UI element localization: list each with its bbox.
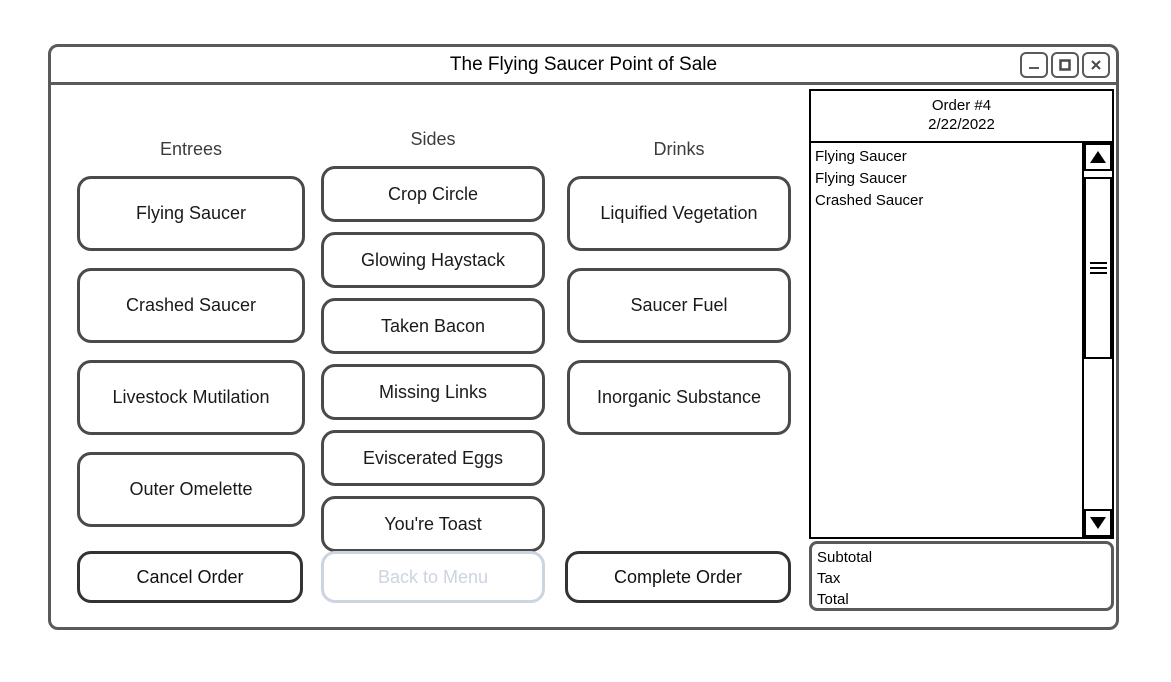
close-button[interactable] [1082,51,1110,78]
window-content: Entrees Flying Saucer Crashed Saucer Liv… [51,85,1116,627]
entrees-header: Entrees [159,139,223,159]
menu-item-crop-circle[interactable]: Crop Circle [321,166,545,222]
scrollbar-grip-icon [1089,259,1107,277]
order-panel: Order #4 2/22/2022 Flying Saucer Flying … [809,89,1114,611]
order-date: 2/22/2022 [928,116,995,133]
app-window: The Flying Saucer Point of Sale Entrees … [48,44,1119,630]
sides-button-list: Crop Circle Glowing Haystack Taken Bacon… [319,166,547,552]
total-label: Total [817,591,849,608]
entrees-column: Entrees Flying Saucer Crashed Saucer Liv… [75,85,307,527]
menu-item-eviscerated-eggs[interactable]: Eviscerated Eggs [321,430,545,486]
scrollbar-track[interactable] [1084,171,1112,509]
menu-item-livestock-mutilation[interactable]: Livestock Mutilation [77,360,305,435]
menu-area: Entrees Flying Saucer Crashed Saucer Liv… [51,85,803,627]
menu-item-crashed-saucer[interactable]: Crashed Saucer [77,268,305,343]
title-bar: The Flying Saucer Point of Sale [51,47,1116,85]
order-header: Order #4 2/22/2022 [809,89,1114,143]
menu-item-youre-toast[interactable]: You're Toast [321,496,545,552]
scroll-down-button[interactable] [1084,509,1112,537]
order-totals-panel: Subtotal Tax Total [809,541,1114,611]
minimize-icon [1029,66,1039,69]
sides-column: Sides Crop Circle Glowing Haystack Taken… [319,85,547,552]
tax-label: Tax [817,570,841,587]
window-title: The Flying Saucer Point of Sale [449,53,718,75]
menu-item-missing-links[interactable]: Missing Links [321,364,545,420]
order-list[interactable]: Flying Saucer Flying Saucer Crashed Sauc… [811,143,1082,537]
menu-item-liquified-vegetation[interactable]: Liquified Vegetation [567,176,791,251]
order-number: Order #4 [931,97,992,115]
drinks-column: Drinks Liquified Vegetation Saucer Fuel … [565,85,793,435]
order-list-container: Flying Saucer Flying Saucer Crashed Sauc… [809,143,1114,539]
scrollbar-thumb[interactable] [1084,177,1112,359]
drinks-header: Drinks [653,139,705,159]
action-button-row: Cancel Order Back to Menu Complete Order [51,551,803,603]
order-list-item[interactable]: Flying Saucer [815,146,1082,168]
menu-item-flying-saucer[interactable]: Flying Saucer [77,176,305,251]
triangle-up-icon [1090,151,1106,163]
minimize-button[interactable] [1020,51,1048,78]
maximize-icon [1059,58,1071,71]
order-list-item[interactable]: Crashed Saucer [815,190,1082,212]
order-list-item[interactable]: Flying Saucer [815,168,1082,190]
menu-item-glowing-haystack[interactable]: Glowing Haystack [321,232,545,288]
drinks-button-list: Liquified Vegetation Saucer Fuel Inorgan… [565,176,793,435]
entrees-button-list: Flying Saucer Crashed Saucer Livestock M… [75,176,307,527]
sides-header: Sides [410,129,456,149]
back-to-menu-button: Back to Menu [321,551,545,603]
triangle-down-icon [1090,517,1106,529]
menu-item-outer-omelette[interactable]: Outer Omelette [77,452,305,527]
close-icon [1091,59,1101,70]
scroll-up-button[interactable] [1084,143,1112,171]
order-list-scrollbar[interactable] [1082,143,1112,537]
window-controls [1020,51,1110,78]
subtotal-label: Subtotal [817,549,873,566]
menu-item-saucer-fuel[interactable]: Saucer Fuel [567,268,791,343]
maximize-button[interactable] [1051,51,1079,78]
menu-item-inorganic-substance[interactable]: Inorganic Substance [567,360,791,435]
complete-order-button[interactable]: Complete Order [565,551,791,603]
menu-item-taken-bacon[interactable]: Taken Bacon [321,298,545,354]
cancel-order-button[interactable]: Cancel Order [77,551,303,603]
